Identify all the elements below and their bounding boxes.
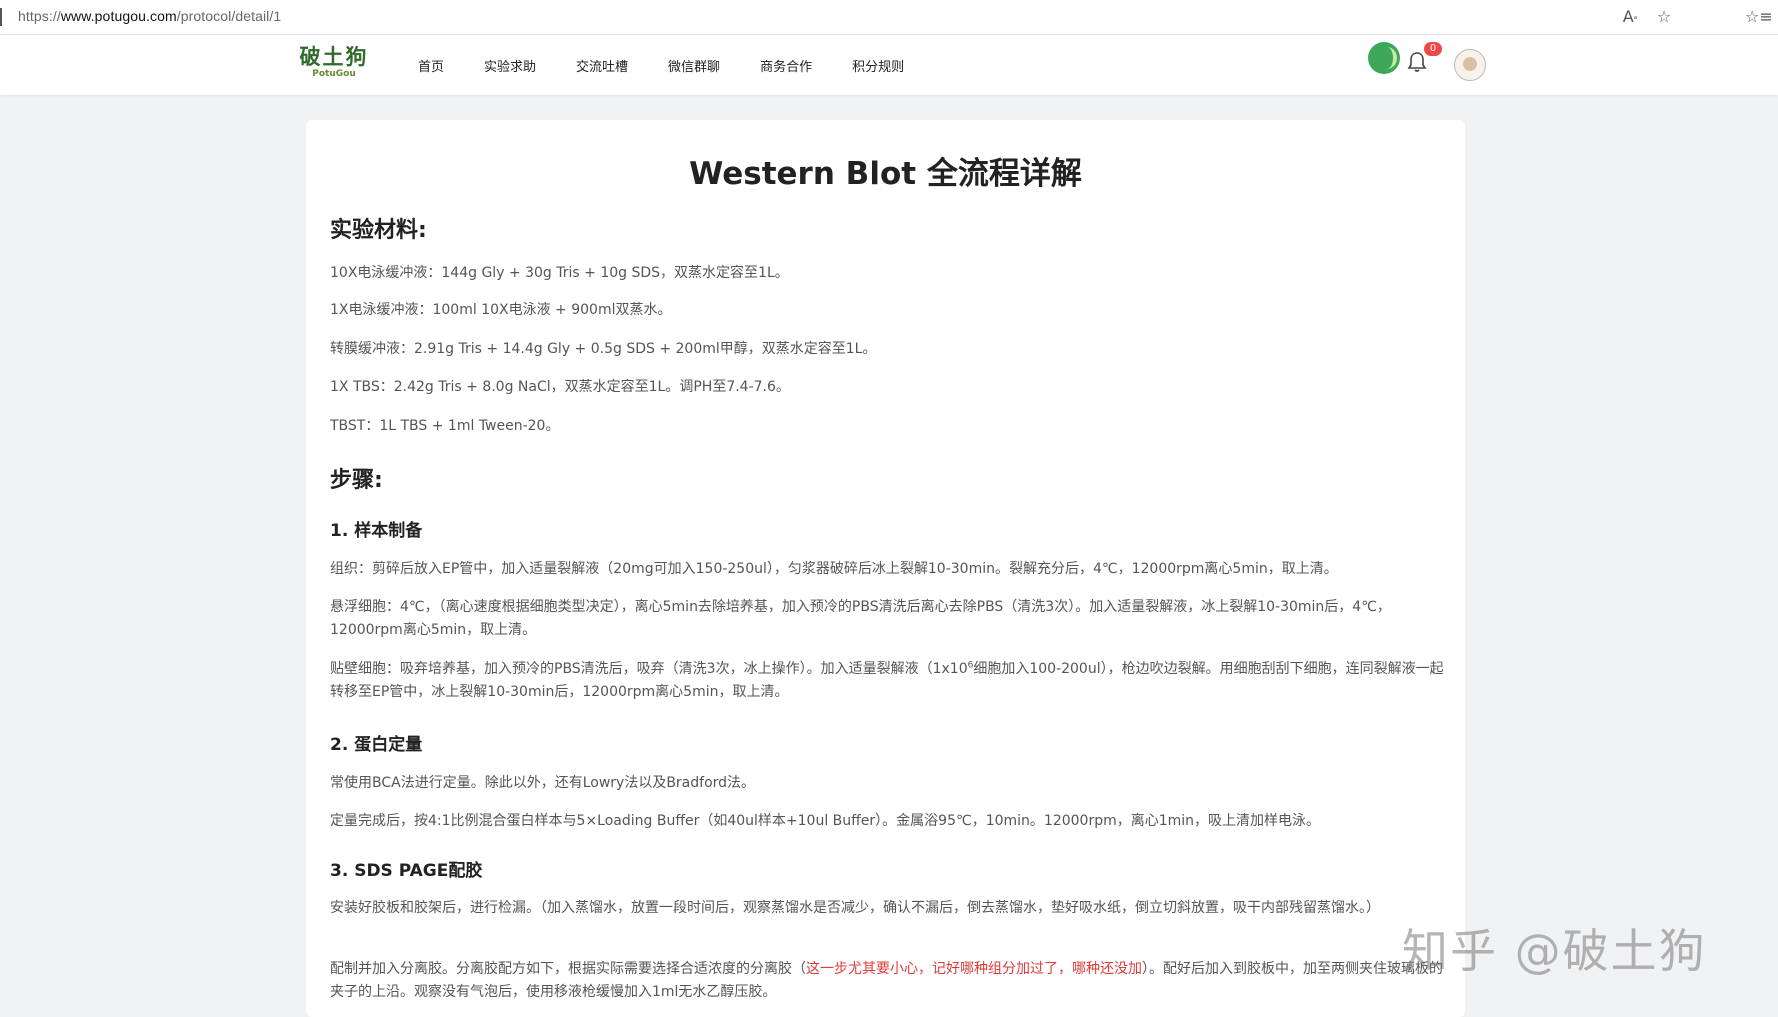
step1-heading: 1. 样本制备 (330, 521, 423, 541)
watermark: 知乎 @破土狗 (1402, 924, 1707, 978)
step2-heading: 2. 蛋白定量 (330, 735, 423, 755)
notification-badge: 0 (1424, 42, 1442, 56)
menu-item-home[interactable]: 首页 (418, 56, 444, 75)
article-card: Western Blot 全流程详解 实验材料: 10X电泳缓冲液：144g G… (306, 120, 1465, 1017)
step1-tissue-paragraph: 组织：剪碎后放入EP管中，加入适量裂解液（20mg可加入150-250ul），匀… (330, 561, 1338, 577)
material-item: 1X电泳缓冲液：100ml 10X电泳液 + 900ml双蒸水。 (330, 302, 672, 318)
menu-item-points-rules[interactable]: 积分规则 (852, 56, 904, 75)
logo-text: 破土狗 (299, 45, 369, 69)
step3-paragraph: 配制并加入分离胶。分离胶配方如下，根据实际需要选择合适浓度的分离胶（这一步尤其要… (330, 961, 1443, 1000)
materials-heading: 实验材料: (330, 218, 427, 243)
favorites-list-icon[interactable]: ☆≡ (1745, 6, 1773, 28)
read-aloud-icon[interactable]: Aᵃ (1619, 6, 1641, 28)
menu-item-wechat-group[interactable]: 微信群聊 (668, 56, 720, 75)
favorite-star-icon[interactable]: ☆ (1653, 6, 1675, 28)
material-item: 1X TBS：2.42g Tris + 8.0g NaCl，双蒸水定容至1L。调… (330, 379, 790, 395)
step2-paragraph: 定量完成后，按4:1比例混合蛋白样本与5×Loading Buffer（如40u… (330, 813, 1321, 829)
app-logo-icon[interactable] (1368, 42, 1400, 74)
main-menu: 首页 实验求助 交流吐槽 微信群聊 商务合作 积分规则 (418, 35, 944, 95)
steps-heading: 步骤: (330, 468, 383, 493)
url-text[interactable]: https://www.potugou.com/protocol/detail/… (18, 8, 281, 24)
menu-item-discussion[interactable]: 交流吐槽 (576, 56, 628, 75)
logo-subtext: PotuGou (312, 69, 356, 79)
step1-suspension-paragraph: 悬浮细胞：4℃，（离心速度根据细胞类型决定），离心5min去除培养基，加入预冷的… (330, 599, 1391, 638)
menu-item-help[interactable]: 实验求助 (484, 56, 536, 75)
window-edge (0, 8, 2, 26)
highlighted-warning: 这一步尤其要小心，记好哪种组分加过了，哪种还没加 (806, 961, 1142, 977)
material-item: 转膜缓冲液：2.91g Tris + 14.4g Gly + 0.5g SDS … (330, 341, 877, 357)
step3-heading: 3. SDS PAGE配胶 (330, 861, 483, 881)
browser-address-bar[interactable]: https://www.potugou.com/protocol/detail/… (0, 0, 1778, 35)
step2-paragraph: 常使用BCA法进行定量。除此以外，还有Lowry法以及Bradford法。 (330, 775, 756, 791)
step1-adherent-paragraph: 贴壁细胞：吸弃培养基，加入预冷的PBS清洗后，吸弃（清洗3次，冰上操作）。加入适… (330, 660, 1444, 700)
avatar[interactable] (1454, 49, 1486, 81)
material-item: TBST：1L TBS + 1ml Tween-20。 (330, 418, 560, 434)
bell-icon[interactable] (1405, 51, 1429, 77)
material-item: 10X电泳缓冲液：144g Gly + 30g Tris + 10g SDS，双… (330, 265, 789, 281)
page-title: Western Blot 全流程详解 (689, 156, 1082, 192)
site-logo[interactable]: 破土狗 PotuGou (298, 45, 370, 85)
step3-paragraph: 安装好胶板和胶架后，进行检漏。（加入蒸馏水，放置一段时间后，观察蒸馏水是否减少，… (330, 900, 1380, 916)
site-header: 破土狗 PotuGou 首页 实验求助 交流吐槽 微信群聊 商务合作 积分规则 … (0, 35, 1778, 95)
menu-item-business[interactable]: 商务合作 (760, 56, 812, 75)
